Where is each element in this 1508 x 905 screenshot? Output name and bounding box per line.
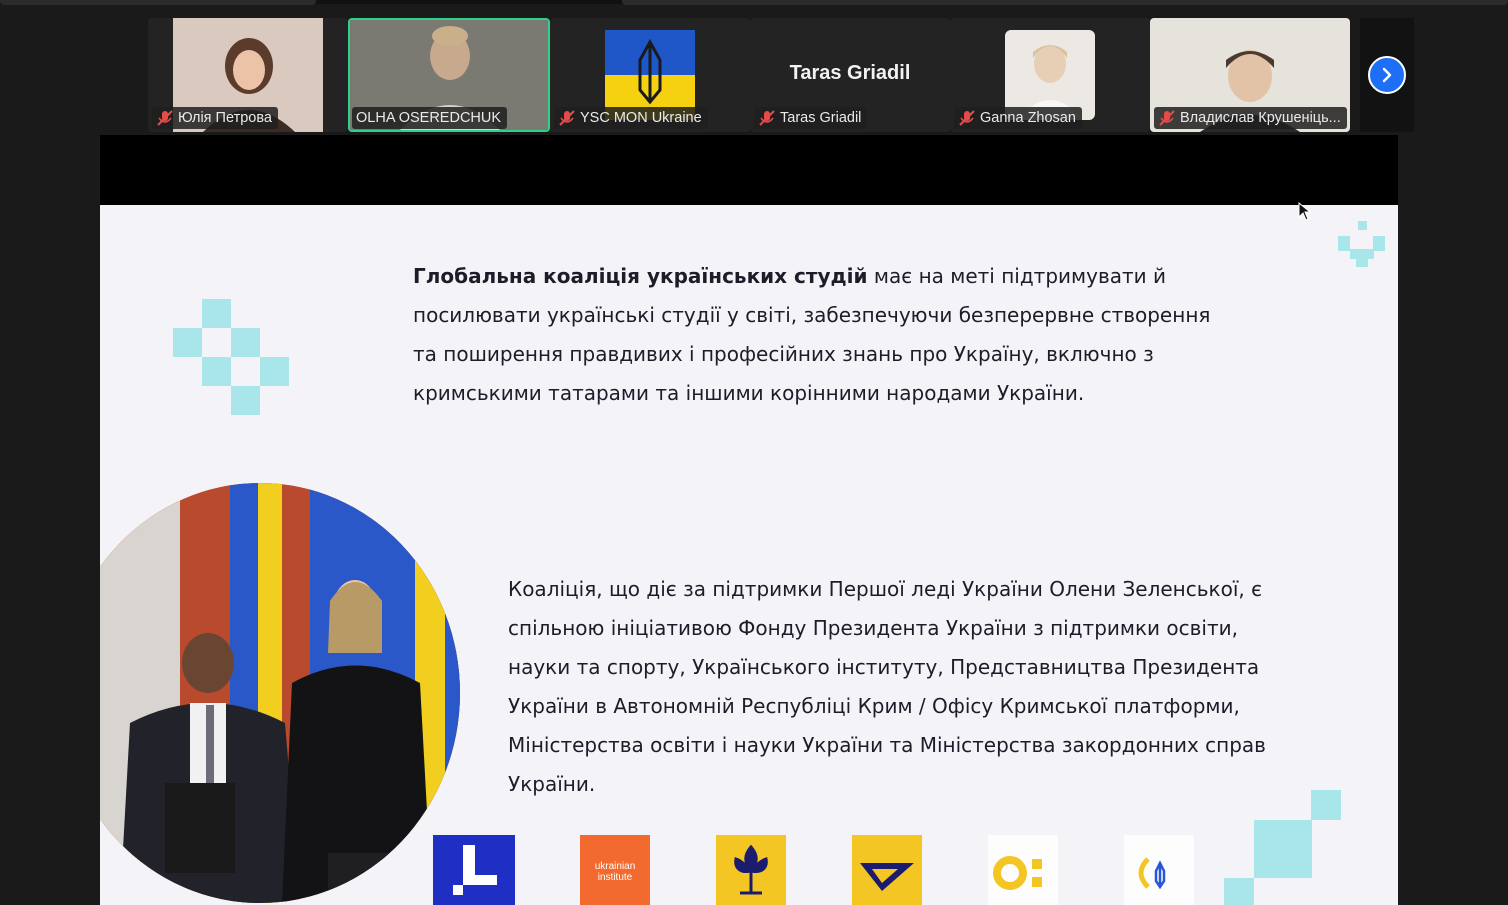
- signing-photo: [100, 483, 460, 903]
- photo-illustration: [100, 483, 460, 903]
- para2-line: України в Автономній Республіці Крим / О…: [508, 694, 1240, 718]
- shared-slide: Глобальна коаліція українських студій ма…: [100, 205, 1398, 905]
- participant-name: Taras Griadil: [780, 110, 862, 126]
- top-tab-segment: [0, 0, 316, 5]
- para1-line: та поширення правдивих і професійних зна…: [413, 342, 1154, 366]
- participant-name-tag: Владислав Крушеніць...: [1154, 107, 1347, 129]
- mic-muted-icon: [157, 110, 173, 126]
- participant-name: OLHA OSEREDCHUK: [356, 110, 502, 126]
- para2-line: спільною ініціативою Фонду Президента Ук…: [508, 616, 1238, 640]
- mic-muted-icon: [559, 110, 575, 126]
- participant-display-name: Taras Griadil: [789, 62, 911, 84]
- flower-emblem-logo: [716, 835, 786, 905]
- participant-name-tag: Юлія Петрова: [152, 107, 278, 129]
- para2-line: Коаліція, що діє за підтримки Першої лед…: [508, 577, 1263, 601]
- participant-name: Юлія Петрова: [178, 110, 272, 126]
- logo-text: ukrainian institute: [594, 861, 636, 883]
- mon-ukraine-logo: [852, 835, 922, 905]
- participant-tile-active[interactable]: OLHA OSEREDCHUK: [348, 18, 550, 132]
- para1-line: кримськими татарами та іншими корінними …: [413, 381, 1085, 405]
- pixel-logo-decoration: [1338, 221, 1385, 267]
- coalition-partners-text: Коаліція, що діє за підтримки Першої лед…: [508, 570, 1358, 804]
- crimea-platform-logo: [988, 835, 1058, 905]
- participant-name: YSC MON Ukraine: [580, 110, 702, 126]
- mfa-ukraine-logo: [1124, 835, 1194, 905]
- participant-name-tag: YSC MON Ukraine: [554, 107, 708, 129]
- participant-name: Ganna Zhosan: [980, 110, 1076, 126]
- para1-line: посилювати українські студії у світі, за…: [413, 303, 1211, 327]
- mic-muted-icon: [959, 110, 975, 126]
- mic-muted-icon: [759, 110, 775, 126]
- participant-tile[interactable]: Ganna Zhosan: [950, 18, 1150, 132]
- mouse-cursor-icon: [1298, 202, 1312, 221]
- participant-tile[interactable]: Юлія Петрова: [148, 18, 348, 132]
- coalition-name: Глобальна коаліція українських студій: [413, 264, 868, 288]
- next-page-button[interactable]: [1368, 56, 1406, 94]
- participant-name-tag: Ganna Zhosan: [954, 107, 1082, 129]
- chevron-right-icon: [1382, 67, 1392, 83]
- participant-tile[interactable]: Taras Griadil Taras Griadil: [750, 18, 950, 132]
- participant-strip: Юлія Петрова OLHA OSEREDCHUK YSC MON Ukr…: [148, 18, 1414, 132]
- president-fund-logo: [433, 835, 515, 905]
- participant-name-tag: OLHA OSEREDCHUK: [352, 107, 508, 129]
- participant-tile[interactable]: Владислав Крушеніць...: [1150, 18, 1350, 132]
- para1-line: має на меті підтримувати й: [867, 264, 1166, 288]
- pixel-decoration: [173, 299, 289, 415]
- mic-muted-icon: [1159, 110, 1175, 126]
- pixel-decoration: [1224, 790, 1341, 905]
- para2-line: науки та спорту, Українського інституту,…: [508, 655, 1260, 679]
- para2-line: Міністерства освіти і науки України та М…: [508, 733, 1266, 757]
- participant-name: Владислав Крушеніць...: [1180, 110, 1341, 126]
- participant-tile[interactable]: YSC MON Ukraine: [550, 18, 750, 132]
- para2-line: України.: [508, 772, 596, 796]
- ukrainian-institute-logo: ukrainian institute: [580, 835, 650, 905]
- coalition-description: Глобальна коаліція українських студій ма…: [413, 257, 1293, 413]
- slide-black-band: [100, 135, 1398, 205]
- top-tab-segment: [622, 0, 1508, 5]
- participant-name-tag: Taras Griadil: [754, 107, 868, 129]
